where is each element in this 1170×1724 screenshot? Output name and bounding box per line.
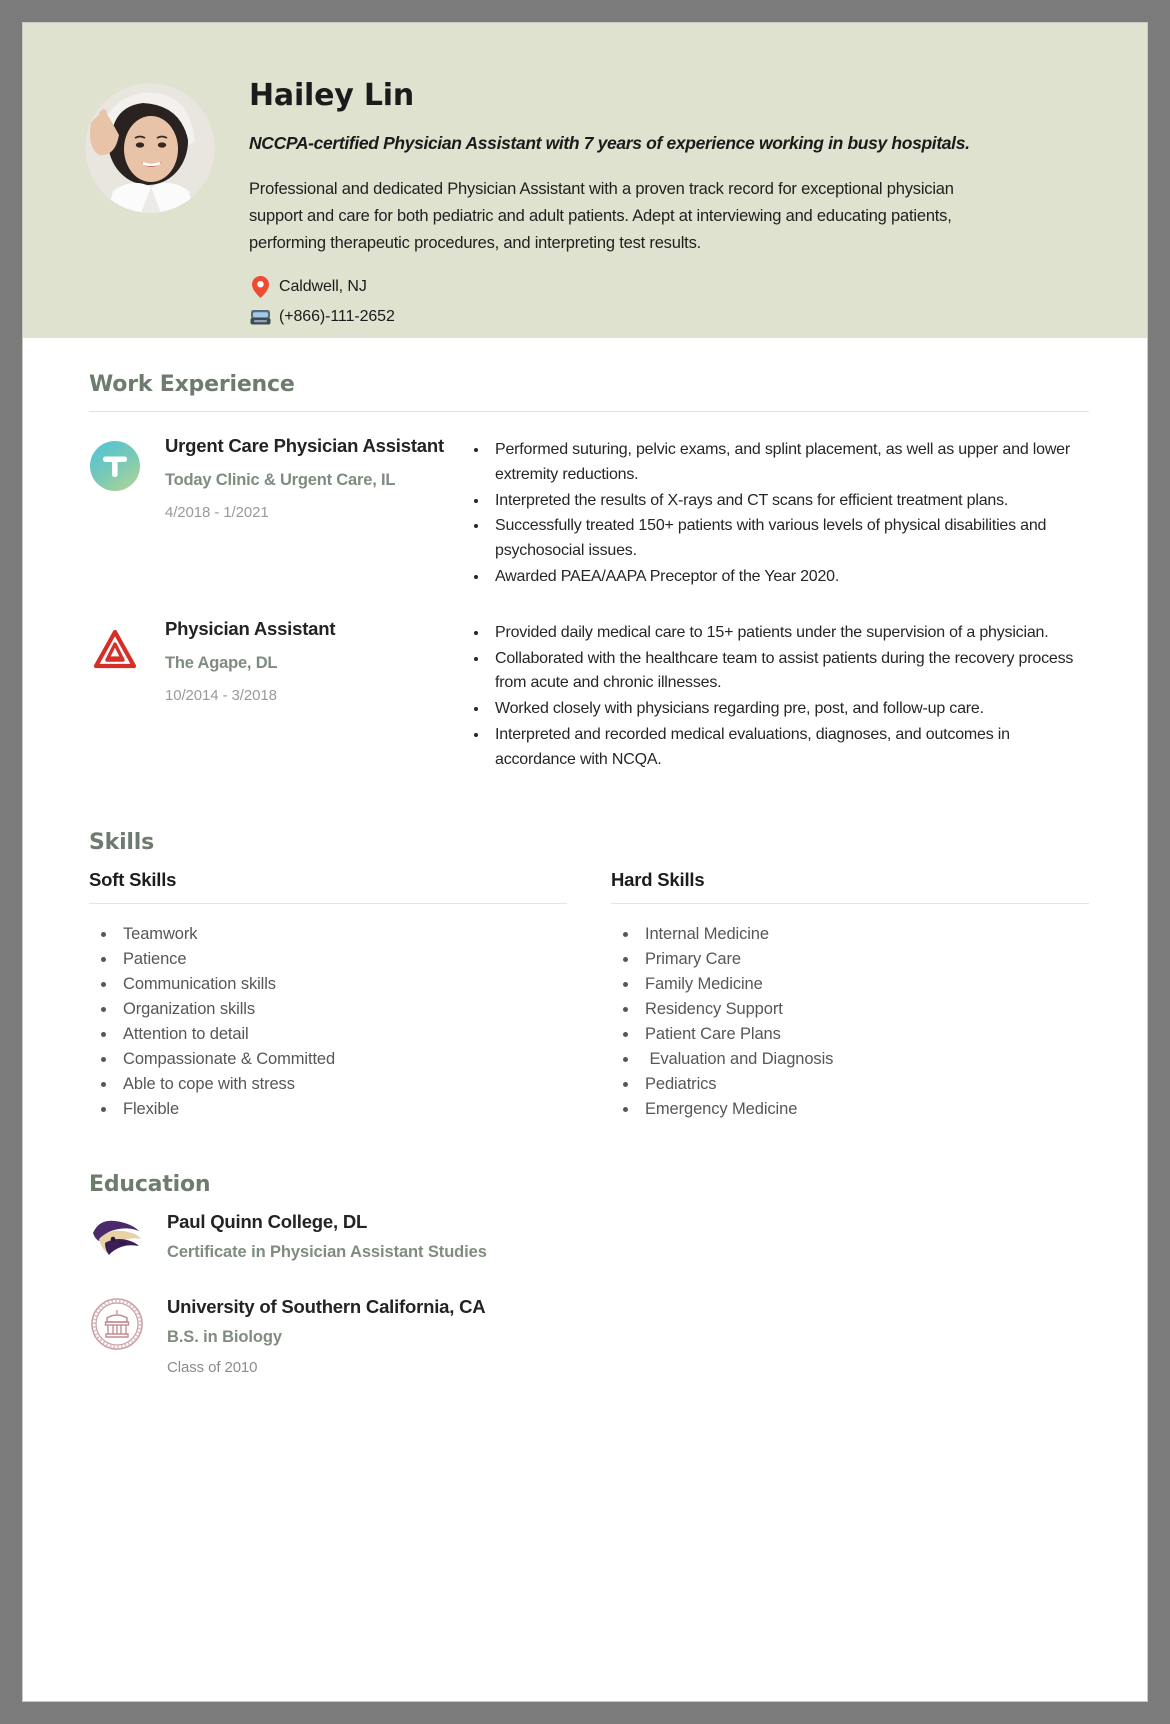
paul-quinn-college-logo [89, 1213, 145, 1265]
job-company: Today Clinic & Urgent Care, IL [165, 470, 396, 489]
list-item: Interpreted and recorded medical evaluat… [489, 723, 1089, 773]
job-title: Urgent Care Physician Assistant [165, 435, 444, 456]
list-item: Successfully treated 150+ patients with … [489, 514, 1089, 564]
work-experience-heading: Work Experience [89, 372, 295, 397]
education-degree: B.S. in Biology [167, 1328, 282, 1347]
job-title: Physician Assistant [165, 617, 336, 639]
job-bullets: Performed suturing, pelvic exams, and sp… [465, 434, 1089, 591]
list-item: Pediatrics [639, 1072, 1089, 1097]
hard-skills-list: Internal Medicine Primary Care Family Me… [611, 922, 1089, 1123]
list-item: Organization skills [117, 997, 567, 1022]
education-text: University of Southern California, CA B.… [167, 1296, 486, 1377]
job-company: The Agape, DL [165, 653, 278, 672]
divider [89, 902, 567, 904]
divider [611, 902, 1089, 904]
education-school: Paul Quinn College, DL [167, 1211, 368, 1233]
agape-logo [89, 623, 141, 675]
education-item: Paul Quinn College, DL Certificate in Ph… [89, 1211, 1089, 1274]
location-text: Caldwell, NJ [279, 278, 367, 296]
education-degree: Certificate in Physician Assistant Studi… [167, 1243, 487, 1262]
section-skills: Skills Soft Skills Teamwork Patience Com… [89, 830, 1089, 1123]
list-item: Residency Support [639, 997, 1089, 1022]
map-pin-icon [249, 275, 271, 299]
education-item: University of Southern California, CA B.… [89, 1296, 1089, 1376]
job-meta: Urgent Care Physician Assistant Today Cl… [165, 434, 465, 521]
list-item: Internal Medicine [639, 922, 1089, 947]
soft-skills-column: Soft Skills Teamwork Patience Communicat… [89, 869, 567, 1123]
skills-columns: Soft Skills Teamwork Patience Communicat… [89, 869, 1089, 1123]
section-work-experience: Work Experience Urgent Care Physician As… [89, 372, 1089, 774]
soft-skills-label: Soft Skills [89, 868, 177, 890]
hard-skills-column: Hard Skills Internal Medicine Primary Ca… [611, 869, 1089, 1123]
contact-phone: (+866)-111-2652 [249, 305, 1101, 329]
avatar [85, 83, 215, 213]
list-item: Patient Care Plans [639, 1022, 1089, 1047]
skills-heading: Skills [89, 829, 154, 855]
list-item: Provided daily medical care to 15+ patie… [489, 621, 1089, 646]
list-item: Teamwork [117, 922, 567, 947]
header-text-block: Hailey Lin NCCPA-certified Physician Ass… [249, 57, 1101, 329]
list-item: Flexible [117, 1097, 567, 1122]
list-item: Patience [117, 947, 567, 972]
list-item: Emergency Medicine [639, 1097, 1089, 1122]
usc-logo [89, 1298, 145, 1350]
contact-location: Caldwell, NJ [249, 275, 1101, 299]
work-experience-item: Physician Assistant The Agape, DL 10/201… [89, 617, 1089, 774]
divider [89, 411, 1089, 412]
list-item: Attention to detail [117, 1022, 567, 1047]
job-bullet-list: Provided daily medical care to 15+ patie… [465, 621, 1089, 773]
list-item: Interpreted the results of X-rays and CT… [489, 489, 1089, 514]
resume-page: Hailey Lin NCCPA-certified Physician Ass… [22, 22, 1148, 1702]
professional-summary: Professional and dedicated Physician Ass… [249, 179, 954, 253]
list-item: Able to cope with stress [117, 1072, 567, 1097]
list-item: Worked closely with physicians regarding… [489, 697, 1089, 722]
today-clinic-logo [89, 440, 141, 492]
resume-header: Hailey Lin NCCPA-certified Physician Ass… [23, 23, 1147, 338]
list-item: Compassionate & Committed [117, 1047, 567, 1072]
education-text: Paul Quinn College, DL Certificate in Ph… [167, 1211, 487, 1274]
phone-text: (+866)-111-2652 [279, 308, 395, 326]
education-year: Class of 2010 [167, 1359, 258, 1377]
job-dates: 4/2018 - 1/2021 [165, 503, 269, 521]
list-item: Primary Care [639, 947, 1089, 972]
list-item: Performed suturing, pelvic exams, and sp… [489, 438, 1089, 488]
headline: NCCPA-certified Physician Assistant with… [249, 133, 970, 153]
education-heading: Education [89, 1172, 211, 1198]
list-item: Evaluation and Diagnosis [639, 1047, 1089, 1072]
list-item: Awarded PAEA/AAPA Preceptor of the Year … [489, 565, 1089, 590]
list-item: Collaborated with the healthcare team to… [489, 647, 1089, 697]
job-dates: 10/2014 - 3/2018 [165, 686, 277, 704]
job-bullets: Provided daily medical care to 15+ patie… [465, 617, 1089, 774]
job-meta: Physician Assistant The Agape, DL 10/201… [165, 617, 465, 704]
job-bullet-list: Performed suturing, pelvic exams, and sp… [465, 438, 1089, 590]
work-experience-item: Urgent Care Physician Assistant Today Cl… [89, 434, 1089, 591]
soft-skills-list: Teamwork Patience Communication skills O… [89, 922, 567, 1123]
profile-photo [85, 83, 215, 213]
section-education: Education Paul Quinn College, DL Certifi… [89, 1172, 1089, 1376]
hard-skills-label: Hard Skills [611, 868, 705, 890]
resume-body: Work Experience Urgent Care Physician As… [23, 338, 1147, 1376]
telephone-icon [249, 305, 271, 329]
page-title: Hailey Lin [249, 78, 415, 113]
list-item: Family Medicine [639, 972, 1089, 997]
education-school: University of Southern California, CA [167, 1296, 486, 1318]
list-item: Communication skills [117, 972, 567, 997]
